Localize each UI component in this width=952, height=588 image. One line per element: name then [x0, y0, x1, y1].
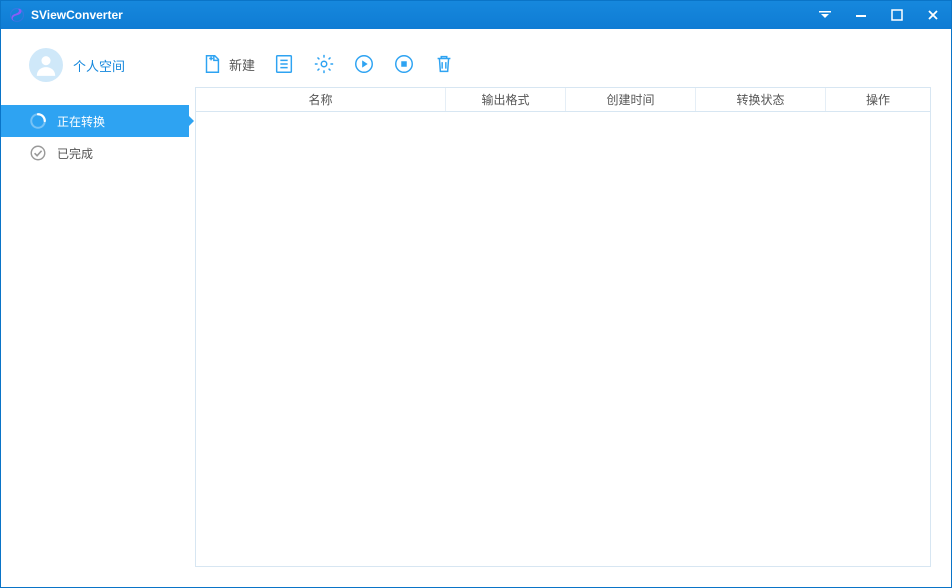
col-header-format[interactable]: 输出格式: [446, 88, 566, 111]
trash-icon: [433, 53, 455, 75]
sidebar-item-converting[interactable]: 正在转换: [1, 105, 189, 137]
stop-circle-icon: [393, 53, 415, 75]
col-header-name[interactable]: 名称: [196, 88, 446, 111]
new-file-icon: [201, 53, 223, 75]
profile-section[interactable]: 个人空间: [1, 43, 189, 87]
table-header: 名称 输出格式 创建时间 转换状态 操作: [196, 88, 930, 112]
col-header-status[interactable]: 转换状态: [696, 88, 826, 111]
stop-button[interactable]: [393, 53, 415, 75]
profile-label: 个人空间: [73, 56, 125, 75]
sidebar-item-label: 已完成: [57, 145, 93, 162]
sidebar: 个人空间 正在转换 已完成: [1, 29, 189, 587]
app-title: SViewConverter: [31, 8, 123, 22]
close-button[interactable]: [915, 1, 951, 29]
main-area: 新建: [189, 29, 951, 587]
new-button[interactable]: 新建: [201, 53, 255, 75]
sidebar-item-label: 正在转换: [57, 113, 105, 130]
list-button[interactable]: [273, 53, 295, 75]
col-header-time[interactable]: 创建时间: [566, 88, 696, 111]
dropdown-button[interactable]: [807, 1, 843, 29]
body: 个人空间 正在转换 已完成 新建: [1, 29, 951, 587]
progress-circle-icon: [29, 112, 47, 130]
app-window: SViewConverter 个人空间: [0, 0, 952, 588]
col-header-action[interactable]: 操作: [826, 88, 930, 111]
app-logo-icon: [9, 7, 25, 23]
toolbar: 新建: [195, 41, 931, 87]
delete-button[interactable]: [433, 53, 455, 75]
play-circle-icon: [353, 53, 375, 75]
table-body-empty: [196, 112, 930, 566]
task-table: 名称 输出格式 创建时间 转换状态 操作: [195, 87, 931, 567]
play-button[interactable]: [353, 53, 375, 75]
check-circle-icon: [29, 144, 47, 162]
settings-button[interactable]: [313, 53, 335, 75]
maximize-button[interactable]: [879, 1, 915, 29]
minimize-button[interactable]: [843, 1, 879, 29]
titlebar: SViewConverter: [1, 1, 951, 29]
sidebar-item-completed[interactable]: 已完成: [1, 137, 189, 169]
list-icon: [273, 53, 295, 75]
gear-icon: [313, 53, 335, 75]
new-button-label: 新建: [229, 55, 255, 74]
avatar-icon: [29, 48, 63, 82]
